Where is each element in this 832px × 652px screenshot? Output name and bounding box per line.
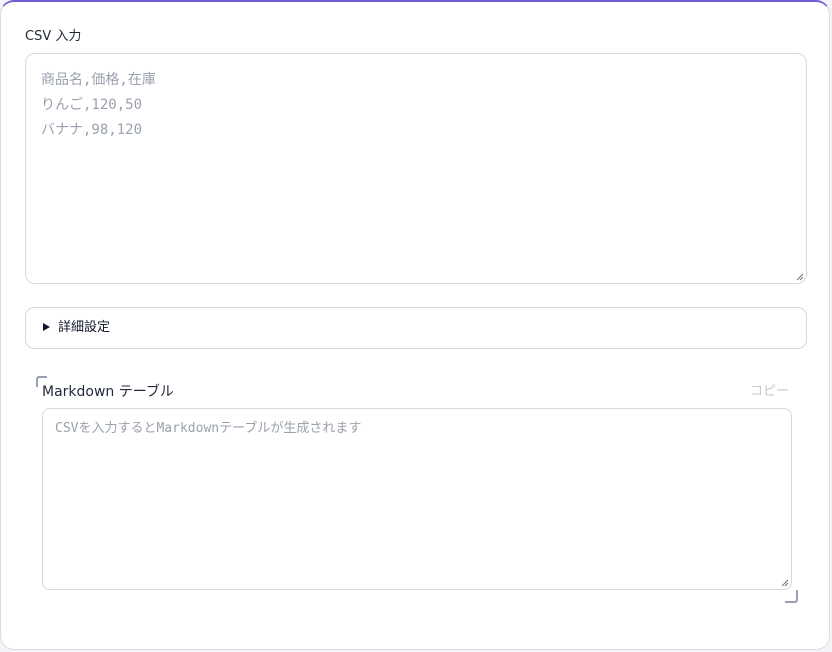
csv-input-label: CSV 入力 <box>25 29 82 44</box>
csv-placeholder-line: りんご,120,50 <box>41 97 143 113</box>
triangle-right-icon <box>43 323 50 331</box>
markdown-output-textarea[interactable]: CSVを入力するとMarkdownテーブルが生成されます <box>42 408 792 590</box>
csv-input-textarea[interactable]: 商品名,価格,在庫 りんご,120,50 バナナ,98,120 <box>25 53 807 284</box>
copy-button[interactable]: コピー <box>750 384 789 400</box>
resize-grip-icon[interactable] <box>796 273 804 281</box>
advanced-settings-toggle[interactable]: 詳細設定 <box>25 307 807 349</box>
converter-card: CSV 入力 商品名,価格,在庫 りんご,120,50 バナナ,98,120 詳細設… <box>0 0 830 650</box>
markdown-placeholder: CSVを入力するとMarkdownテーブルが生成されます <box>55 421 362 436</box>
advanced-settings-label: 詳細設定 <box>58 320 111 335</box>
csv-placeholder-line: バナナ,98,120 <box>41 122 143 138</box>
csv-placeholder: 商品名,価格,在庫 りんご,120,50 バナナ,98,120 <box>41 68 156 143</box>
resize-grip-icon[interactable] <box>781 579 789 587</box>
corner-bracket-bottom-right <box>785 590 798 603</box>
csv-placeholder-line: 商品名,価格,在庫 <box>41 72 156 88</box>
markdown-output-label: Markdown テーブル <box>42 384 174 400</box>
